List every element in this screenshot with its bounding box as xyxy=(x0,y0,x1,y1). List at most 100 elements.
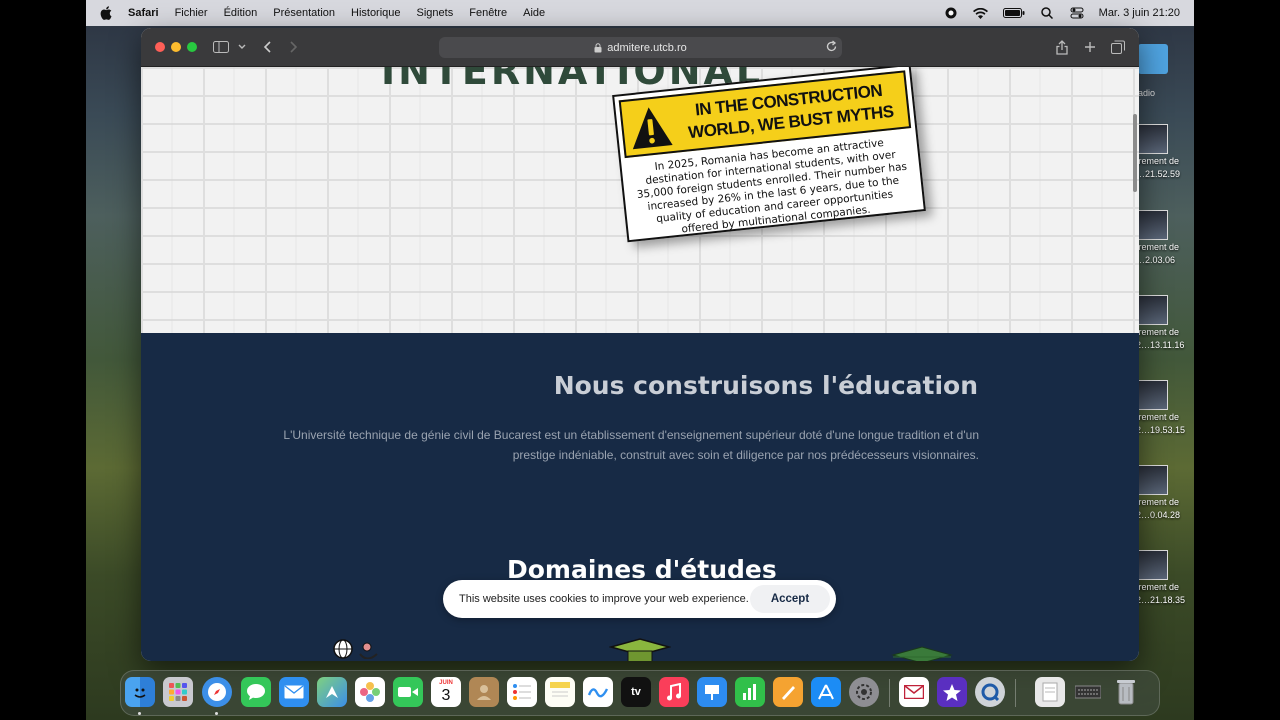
cookie-message: This website uses cookies to improve you… xyxy=(459,593,749,605)
settings-icon[interactable] xyxy=(849,677,879,707)
record-icon[interactable] xyxy=(943,6,959,20)
desktop-file[interactable]: trement de 2…13.11.16 xyxy=(1136,295,1194,351)
pages-icon[interactable] xyxy=(773,677,803,707)
desktop-file[interactable]: trement de …2.03.06 xyxy=(1136,210,1194,266)
calendar-icon[interactable]: JUIN 3 xyxy=(431,677,461,707)
desktop-file-label: trement de xyxy=(1136,412,1180,422)
calendar-month: JUIN xyxy=(439,680,453,686)
desktop-file-sublabel: 2…13.11.16 xyxy=(1136,340,1185,350)
desktop-file-label: trement de xyxy=(1136,156,1180,166)
zoom-window-button[interactable] xyxy=(187,42,197,52)
web-page: INTERNATIONAL IN THE CONSTRUCTION WORLD,… xyxy=(141,67,1139,661)
back-icon[interactable] xyxy=(259,39,275,55)
education-section: Nous construisons l'éducation L'Universi… xyxy=(141,333,1139,661)
desktop-file-sublabel: …2.03.06 xyxy=(1136,255,1176,265)
letterbox-right xyxy=(1194,0,1280,720)
chevron-down-icon[interactable] xyxy=(234,39,250,55)
desktop-file[interactable]: trement de 2…19.53.15 xyxy=(1136,380,1194,436)
url-text: admitere.utcb.ro xyxy=(607,41,687,54)
desktop-file-label: trement de xyxy=(1136,242,1180,252)
screenshot-thumbnail-icon xyxy=(1138,295,1168,325)
running-indicator xyxy=(215,712,218,715)
mail-icon[interactable] xyxy=(279,677,309,707)
cookie-banner: This website uses cookies to improve you… xyxy=(443,580,836,618)
section-heading: Nous construisons l'éducation xyxy=(553,371,978,400)
desktop-file-sublabel: 2…21.18.35 xyxy=(1136,595,1186,605)
appstore-icon[interactable] xyxy=(811,677,841,707)
dock: JUIN 3 tv xyxy=(120,670,1160,716)
menu-datetime[interactable]: Mar. 3 juin 21:20 xyxy=(1099,7,1180,19)
menu-fichier[interactable]: Fichier xyxy=(175,7,208,19)
safari-icon[interactable] xyxy=(202,677,232,707)
reload-icon[interactable] xyxy=(825,40,838,56)
sign-headline: IN THE CONSTRUCTION WORLD, WE BUST MYTHS xyxy=(687,80,895,143)
screenshot-thumbnail-icon xyxy=(1138,380,1168,410)
menu-fenetre[interactable]: Fenêtre xyxy=(469,7,507,19)
graduation-cap-icon xyxy=(891,645,953,661)
menu-historique[interactable]: Historique xyxy=(351,7,401,19)
menu-presentation[interactable]: Présentation xyxy=(273,7,335,19)
dock-separator xyxy=(889,679,890,707)
contacts-icon[interactable] xyxy=(469,677,499,707)
documents-icon[interactable] xyxy=(1035,677,1065,707)
reminders-icon[interactable] xyxy=(507,677,537,707)
menu-aide[interactable]: Aide xyxy=(523,7,545,19)
launchpad-icon[interactable] xyxy=(163,677,193,707)
finder-icon[interactable] xyxy=(125,677,155,707)
control-center-icon[interactable] xyxy=(1069,6,1085,20)
spotlight-search-icon[interactable] xyxy=(1039,6,1055,20)
forward-icon[interactable] xyxy=(286,39,302,55)
wifi-icon[interactable] xyxy=(973,6,989,20)
messages-icon[interactable] xyxy=(241,677,271,707)
keynote-icon[interactable] xyxy=(697,677,727,707)
downloads-icon[interactable] xyxy=(1073,677,1103,707)
appletv-icon[interactable]: tv xyxy=(621,677,651,707)
new-tab-icon[interactable] xyxy=(1082,39,1098,55)
desktop-file[interactable]: trement de 2…21.18.35 xyxy=(1136,550,1194,606)
facetime-icon[interactable] xyxy=(393,677,423,707)
letterbox-left xyxy=(0,0,86,720)
menu-edition[interactable]: Édition xyxy=(224,7,258,19)
mail-alt-icon[interactable] xyxy=(899,677,929,707)
sidebar-toggle-icon[interactable] xyxy=(213,39,229,55)
screenshot-thumbnail-icon xyxy=(1138,550,1168,580)
music-icon[interactable] xyxy=(659,677,689,707)
close-window-button[interactable] xyxy=(155,42,165,52)
quicktime-icon[interactable] xyxy=(975,677,1005,707)
dock-separator xyxy=(1015,679,1016,707)
page-scrollbar[interactable] xyxy=(1133,114,1137,192)
menu-app-name[interactable]: Safari xyxy=(128,7,159,19)
screenshot-thumbnail-icon xyxy=(1138,210,1168,240)
browser-toolbar: admitere.utcb.ro xyxy=(141,28,1139,67)
freeform-icon[interactable] xyxy=(583,677,613,707)
screenshot-thumbnail-icon xyxy=(1138,124,1168,154)
photos-icon[interactable] xyxy=(355,677,385,707)
notes-icon[interactable] xyxy=(545,677,575,707)
share-icon[interactable] xyxy=(1054,39,1070,55)
desktop-file-label: trement de xyxy=(1136,497,1180,507)
tab-overview-icon[interactable] xyxy=(1110,39,1126,55)
desktop-file[interactable]: trement de 2…0.04.28 xyxy=(1136,465,1194,521)
desktop-screen: Safari Fichier Édition Présentation Hist… xyxy=(86,0,1194,720)
language-globe-icon[interactable] xyxy=(333,637,387,661)
maps-icon[interactable] xyxy=(317,677,347,707)
apple-menu-icon[interactable] xyxy=(100,6,114,20)
desktop-file-sublabel: 2…19.53.15 xyxy=(1136,425,1186,435)
accept-cookies-button[interactable]: Accept xyxy=(750,585,830,613)
desktop-file-sublabel: …21.52.59 xyxy=(1136,169,1181,179)
running-indicator xyxy=(138,712,141,715)
graduation-cap-icon xyxy=(608,637,672,661)
imovie-icon[interactable] xyxy=(937,677,967,707)
numbers-icon[interactable] xyxy=(735,677,765,707)
trash-icon[interactable] xyxy=(1111,677,1141,707)
address-bar[interactable]: admitere.utcb.ro xyxy=(439,37,842,58)
minimize-window-button[interactable] xyxy=(171,42,181,52)
lock-icon xyxy=(594,42,602,53)
folder-label: adio xyxy=(1138,88,1156,98)
screenshot-thumbnail-icon xyxy=(1138,465,1168,495)
battery-icon[interactable] xyxy=(1002,6,1025,20)
section-paragraph: L'Université technique de génie civil de… xyxy=(283,428,979,462)
desktop-file[interactable]: trement de …21.52.59 xyxy=(1136,124,1194,180)
menu-signets[interactable]: Signets xyxy=(417,7,454,19)
folder-icon[interactable] xyxy=(1138,44,1168,74)
